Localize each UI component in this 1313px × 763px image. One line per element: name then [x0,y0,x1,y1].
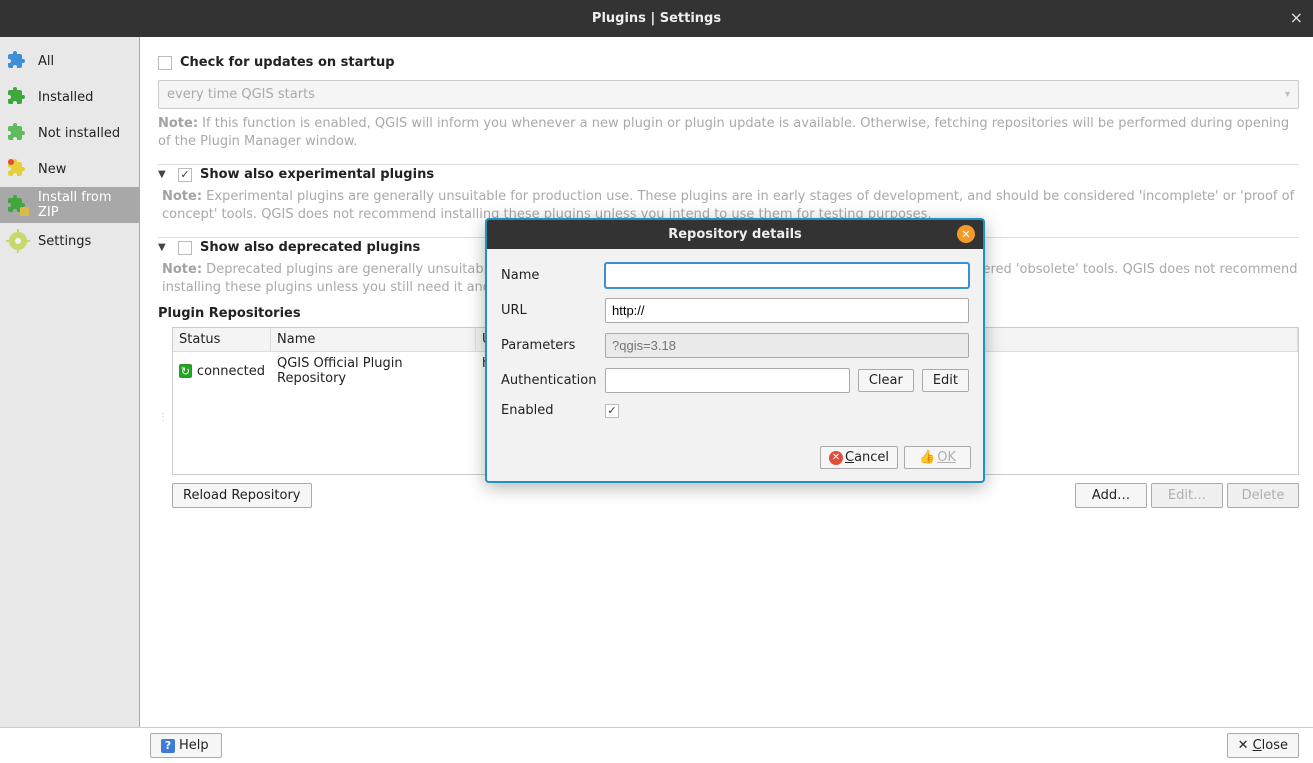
sidebar-item-label: All [38,54,54,69]
cancel-icon: ✕ [829,451,843,465]
window-titlebar: Plugins | Settings × [0,0,1313,37]
experimental-checkbox[interactable] [178,168,192,182]
repo-name-input[interactable] [605,263,969,288]
collapse-toggle-icon[interactable]: ▼ [158,169,170,180]
sidebar-item-not-installed[interactable]: Not installed [0,115,139,151]
note-updates: Note: If this function is enabled, QGIS … [158,115,1299,150]
close-label: Close [1253,738,1288,753]
repo-parameters-input [605,333,969,358]
field-label-name: Name [501,268,597,283]
status-text: connected [197,364,265,379]
close-icon: ✕ [1238,738,1249,753]
cell-status: connected [173,352,271,390]
help-icon: ? [161,739,175,753]
cancel-label: Cancel [845,450,889,465]
experimental-section: ▼ Show also experimental plugins Note: E… [158,164,1299,223]
help-button[interactable]: ? Help [150,733,222,758]
window-close-button[interactable]: × [1290,8,1303,27]
field-label-parameters: Parameters [501,338,597,353]
check-updates-label: Check for updates on startup [180,55,395,70]
check-updates-checkbox[interactable] [158,56,172,70]
experimental-label: Show also experimental plugins [200,167,434,182]
help-label: Help [179,738,209,753]
ok-icon: 👍 [919,450,935,465]
sidebar-item-installed[interactable]: Installed [0,79,139,115]
dialog-footer: ✕ Cancel 👍 OK [487,438,983,481]
note-text: Experimental plugins are generally unsui… [162,189,1294,222]
dialog-close-button[interactable]: ✕ [957,225,975,243]
puzzle-blue-icon [6,49,30,73]
deprecated-label: Show also deprecated plugins [200,240,420,255]
sidebar: All Installed Not installed New Install … [0,37,140,727]
collapse-toggle-icon[interactable]: ▼ [158,242,170,253]
sidebar-item-install-zip[interactable]: Install from ZIP [0,187,139,223]
sidebar-item-label: Installed [38,90,93,105]
ok-label: OK [937,450,956,465]
field-label-enabled: Enabled [501,403,597,418]
sidebar-item-label: Settings [38,234,91,249]
note-prefix: Note: [158,116,198,131]
repository-details-dialog: Repository details ✕ Name URL Parameters… [485,218,985,483]
column-header-status[interactable]: Status [173,328,271,351]
sidebar-item-label: Install from ZIP [38,190,133,220]
sidebar-item-label: Not installed [38,126,120,141]
sidebar-item-label: New [38,162,66,177]
repo-auth-input[interactable] [605,368,850,393]
dialog-cancel-button[interactable]: ✕ Cancel [820,446,898,469]
sidebar-item-new[interactable]: New [0,151,139,187]
note-text: If this function is enabled, QGIS will i… [158,116,1289,149]
bottom-bar: ? Help ✕ Close [0,727,1313,763]
auth-clear-button[interactable]: Clear [858,369,914,392]
dialog-titlebar: Repository details ✕ [487,220,983,249]
deprecated-checkbox[interactable] [178,241,192,255]
sidebar-item-settings[interactable]: Settings [0,223,139,259]
field-label-url: URL [501,303,597,318]
gear-icon [6,229,30,253]
reload-repository-button[interactable]: Reload Repository [172,483,312,508]
close-button[interactable]: ✕ Close [1227,733,1299,758]
cell-name: QGIS Official Plugin Repository [271,352,476,390]
repository-buttons: Reload Repository Add… Edit… Delete [172,483,1299,508]
puzzle-zip-icon [6,193,30,217]
note-prefix: Note: [162,262,202,277]
dialog-body: Name URL Parameters Authentication Clear… [487,249,983,438]
dialog-ok-button[interactable]: 👍 OK [904,446,971,469]
puzzle-new-icon [6,157,30,181]
chevron-down-icon: ▾ [1285,89,1290,100]
add-repository-button[interactable]: Add… [1075,483,1147,508]
check-updates-row: Check for updates on startup [158,55,1299,70]
frequency-selected-value: every time QGIS starts [167,87,315,102]
repo-enabled-checkbox[interactable] [605,404,619,418]
delete-repository-button[interactable]: Delete [1227,483,1299,508]
window-title: Plugins | Settings [592,11,721,26]
puzzle-green-light-icon [6,121,30,145]
edit-repository-button[interactable]: Edit… [1151,483,1223,508]
splitter-handle[interactable]: ⋮ [158,327,168,508]
column-header-name[interactable]: Name [271,328,476,351]
frequency-dropdown[interactable]: every time QGIS starts ▾ [158,80,1299,109]
status-connected-icon [179,364,192,378]
note-prefix: Note: [162,189,202,204]
auth-edit-button[interactable]: Edit [922,369,969,392]
repo-url-input[interactable] [605,298,969,323]
puzzle-green-icon [6,85,30,109]
dialog-title: Repository details [668,227,802,242]
sidebar-item-all[interactable]: All [0,43,139,79]
field-label-authentication: Authentication [501,373,597,388]
